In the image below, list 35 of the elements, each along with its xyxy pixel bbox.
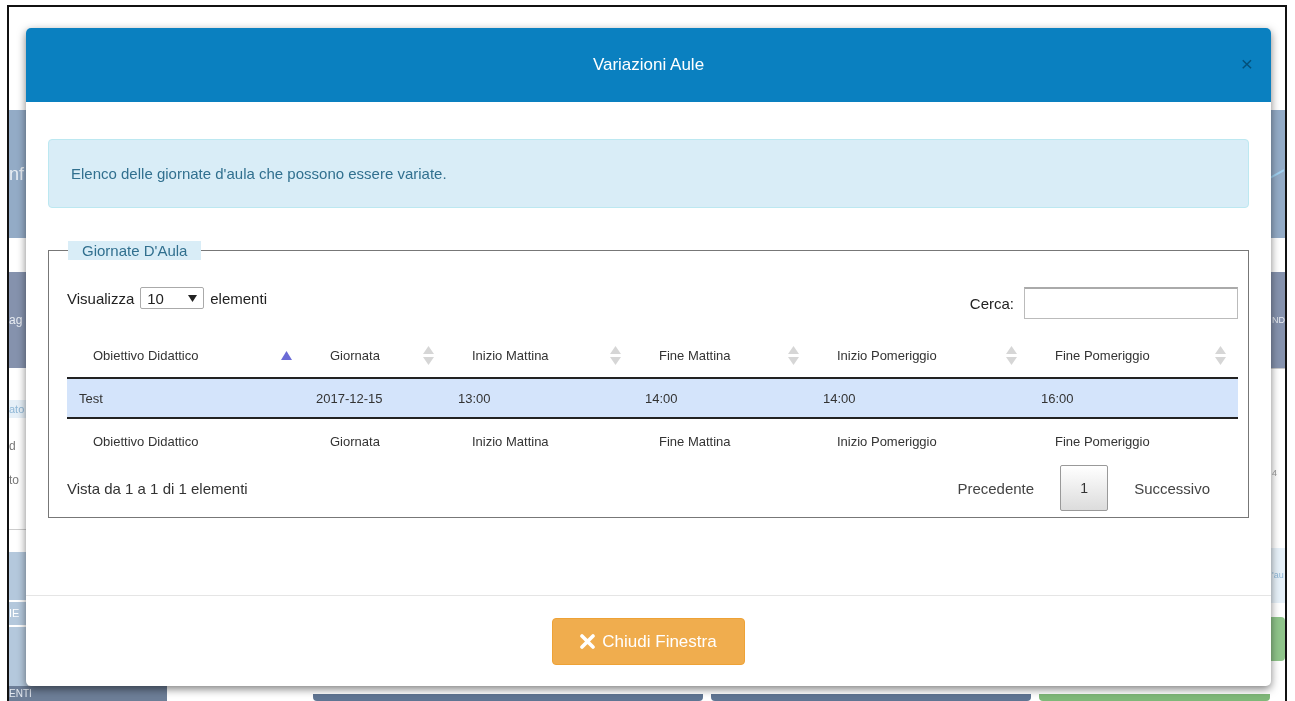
search-field[interactable]	[1024, 287, 1238, 319]
table-cell: 13:00	[446, 378, 633, 418]
length-label: Visualizza	[67, 289, 135, 307]
column-footer: Inizio Pomeriggio	[811, 418, 1029, 463]
background-text: nf	[9, 165, 25, 183]
modal-title: Variazioni Aule	[592, 55, 705, 75]
table-cell: Test	[67, 378, 304, 418]
caret-icon	[188, 294, 198, 302]
fieldset-legend: Giornate D'Aula	[68, 241, 202, 260]
column-footer: Giornata	[304, 418, 446, 463]
background-text: ENTI	[9, 687, 33, 699]
table-info: Vista da 1 a 1 di 1 elementi	[67, 479, 248, 497]
table-cell: 14:00	[811, 378, 1029, 418]
table-cell: 2017-12-15	[304, 378, 446, 418]
page-length-select[interactable]: 10	[140, 287, 205, 309]
page-button[interactable]: 1	[1060, 465, 1109, 511]
column-footer: Obiettivo Didattico	[67, 418, 304, 463]
background-text: ND	[1271, 315, 1285, 325]
info-alert: Elenco delle giornate d'aula che possono essere variate.	[48, 139, 1249, 208]
column-footer: Fine Pomeriggio	[1029, 418, 1238, 463]
column-footer: Inizio Mattina	[446, 418, 633, 463]
background-text: 4	[1271, 469, 1278, 478]
chart-line-icon	[1270, 169, 1284, 179]
search-label: Cerca:	[969, 294, 1014, 312]
table-cell: 16:00	[1029, 378, 1238, 418]
background-text: to	[9, 474, 20, 486]
background-text: 'au	[1271, 571, 1285, 580]
background-text: d	[9, 440, 17, 452]
column-footer: Fine Mattina	[633, 418, 811, 463]
length-label: elementi	[210, 289, 267, 307]
next-link[interactable]: Successivo	[1124, 479, 1220, 497]
background-text: ag	[9, 314, 24, 326]
close-icon	[580, 634, 596, 649]
previous-link[interactable]: Precedente	[947, 479, 1045, 497]
table-cell: 14:00	[633, 378, 811, 418]
